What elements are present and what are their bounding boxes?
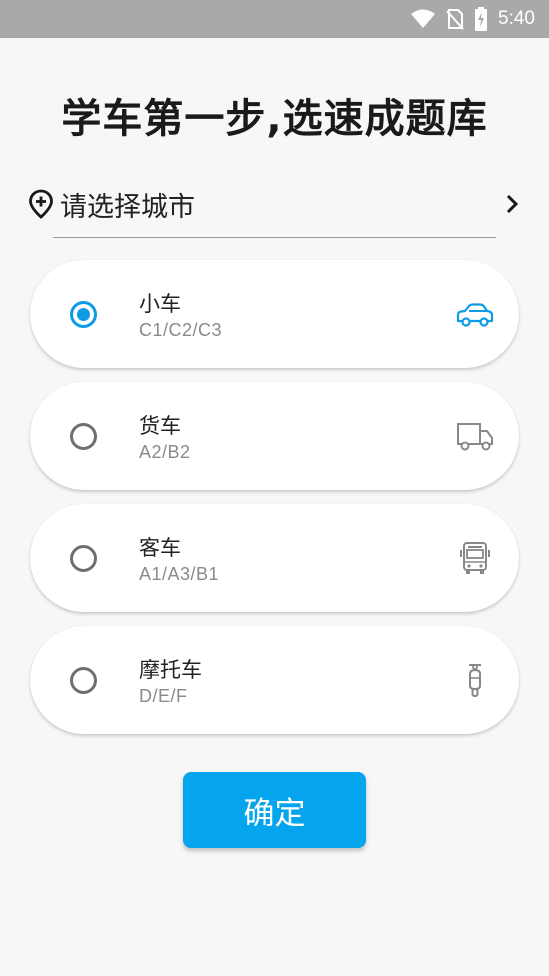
option-motorcycle[interactable]: 摩托车 D/E/F <box>30 626 519 734</box>
option-name: 摩托车 <box>139 658 202 682</box>
option-name: 小车 <box>139 292 181 316</box>
no-sim-icon <box>446 9 464 30</box>
car-icon <box>456 303 494 327</box>
city-selector[interactable]: 请选择城市 <box>28 180 522 228</box>
option-bus[interactable]: 客车 A1/A3/B1 <box>30 504 519 612</box>
location-add-icon <box>29 189 53 219</box>
battery-charging-icon <box>475 7 488 31</box>
option-license-codes: A1/A3/B1 <box>139 564 220 584</box>
confirm-button[interactable]: 确定 <box>183 772 366 848</box>
bus-icon <box>460 542 490 574</box>
option-license-codes: D/E/F <box>139 686 188 706</box>
option-truck[interactable]: 货车 A2/B2 <box>30 382 519 490</box>
radio-button-selected[interactable] <box>70 301 97 328</box>
status-bar: 5:40 <box>0 0 549 38</box>
option-license-codes: A2/B2 <box>139 442 191 462</box>
option-license-codes: C1/C2/C3 <box>139 320 223 340</box>
radio-button[interactable] <box>70 667 97 694</box>
wifi-icon <box>411 9 436 28</box>
city-divider <box>53 237 496 238</box>
option-car[interactable]: 小车 C1/C2/C3 <box>30 260 519 368</box>
scooter-icon <box>469 664 481 697</box>
radio-button[interactable] <box>70 545 97 572</box>
truck-icon <box>457 423 493 451</box>
radio-button[interactable] <box>70 423 97 450</box>
option-name: 客车 <box>139 536 181 560</box>
option-name: 货车 <box>139 414 181 438</box>
chevron-right-icon <box>506 194 519 214</box>
page-title: 学车第一步,选速成题库 <box>61 96 488 142</box>
status-time: 5:40 <box>498 8 535 29</box>
city-selector-label: 请选择城市 <box>60 191 195 223</box>
